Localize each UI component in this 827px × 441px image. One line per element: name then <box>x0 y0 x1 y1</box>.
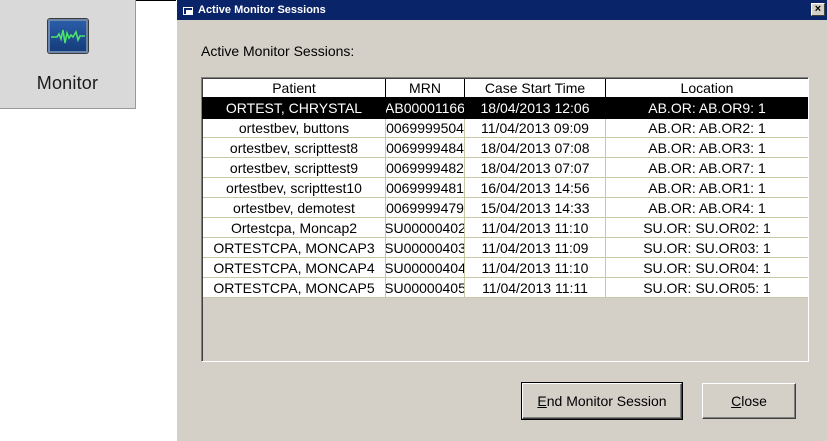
case-start-time-cell: 11/04/2013 11:11 <box>465 278 606 298</box>
column-header-case-start-time[interactable]: Case Start Time <box>465 79 606 98</box>
close-mnemonic: C <box>731 393 742 409</box>
case-start-time-cell: 16/04/2013 14:56 <box>465 178 606 198</box>
location-cell: AB.OR: AB.OR4: 1 <box>606 198 808 218</box>
monitor-label: Monitor <box>36 73 99 93</box>
patient-cell: ORTESTCPA, MONCAP5 <box>203 278 386 298</box>
case-start-time-cell: 18/04/2013 12:06 <box>465 98 606 118</box>
location-cell: SU.OR: SU.OR02: 1 <box>606 218 808 238</box>
patient-cell: ORTESTCPA, MONCAP3 <box>203 238 386 258</box>
table-row[interactable]: ortestbev, scripttest8 0069999484 18/04/20… <box>203 138 808 158</box>
table-row[interactable]: ORTEST, CHRYSTAL AB00001166 18/04/2013 12:… <box>202 97 808 119</box>
sessions-table[interactable]: Patient MRN Case Start Time Location ORT… <box>201 77 809 362</box>
location-cell: AB.OR: AB.OR1: 1 <box>606 178 808 198</box>
patient-cell: ORTEST, CHRYSTAL <box>203 98 386 118</box>
patient-cell: ortestbev, demotest <box>203 198 386 218</box>
end-monitor-session-button[interactable]: End Monitor Session <box>522 383 682 419</box>
table-header: Patient MRN Case Start Time Location <box>203 79 808 98</box>
dialog-title: Active Monitor Sessions <box>198 4 326 16</box>
mrn-cell: 0069999479 <box>386 198 465 218</box>
mrn-cell: AB00001166 <box>386 98 465 118</box>
patient-cell: ortestbev, buttons <box>203 118 386 138</box>
column-header-patient[interactable]: Patient <box>203 79 386 98</box>
mrn-cell: SU00000403 <box>386 238 465 258</box>
location-cell: AB.OR: AB.OR3: 1 <box>606 138 808 158</box>
close-icon[interactable]: × <box>811 3 825 16</box>
divider <box>136 0 176 1</box>
mrn-cell: SU00000402 <box>386 218 465 238</box>
location-cell: SU.OR: SU.OR05: 1 <box>606 278 808 298</box>
mrn-cell: 0069999482 <box>386 158 465 178</box>
column-header-mrn[interactable]: MRN <box>386 79 465 98</box>
case-start-time-cell: 11/04/2013 09:09 <box>465 118 606 138</box>
mrn-cell: 0069999484 <box>386 138 465 158</box>
case-start-time-cell: 15/04/2013 14:33 <box>465 198 606 218</box>
location-cell: AB.OR: AB.OR2: 1 <box>606 118 808 138</box>
patient-cell: ortestbev, scripttest9 <box>203 158 386 178</box>
table-row[interactable]: ORTESTCPA, MONCAP4 SU00000404 11/04/2013 1… <box>203 258 808 278</box>
active-monitor-sessions-dialog: Active Monitor Sessions × Active Monitor… <box>176 0 827 441</box>
patient-cell: Ortestcpa, Moncap2 <box>203 218 386 238</box>
mrn-cell: 0069999481 <box>386 178 465 198</box>
table-row[interactable]: Ortestcpa, Moncap2 SU00000402 11/04/2013 1… <box>203 218 808 238</box>
location-cell: AB.OR: AB.OR7: 1 <box>606 158 808 178</box>
section-label: Active Monitor Sessions: <box>201 43 355 59</box>
table-row[interactable]: ortestbev, demotest 0069999479 15/04/2013 … <box>203 198 808 218</box>
mrn-cell: SU00000405 <box>386 278 465 298</box>
table-row[interactable]: ortestbev, buttons 0069999504 11/04/2013 0… <box>203 118 808 138</box>
location-cell: SU.OR: SU.OR03: 1 <box>606 238 808 258</box>
close-button[interactable]: Close <box>702 383 796 419</box>
patient-cell: ortestbev, scripttest10 <box>203 178 386 198</box>
mrn-cell: SU00000404 <box>386 258 465 278</box>
table-row[interactable]: ortestbev, scripttest9 0069999482 18/04/20… <box>203 158 808 178</box>
dialog-titlebar[interactable]: Active Monitor Sessions × <box>177 0 827 20</box>
end-label: nd Monitor Session <box>546 393 667 409</box>
end-mnemonic: E <box>537 393 547 409</box>
monitor-launcher-button[interactable]: Monitor <box>0 0 136 109</box>
patient-cell: ORTESTCPA, MONCAP4 <box>203 258 386 278</box>
case-start-time-cell: 11/04/2013 11:09 <box>465 238 606 258</box>
waveform-monitor-icon <box>47 19 88 53</box>
mrn-cell: 0069999504 <box>386 118 465 138</box>
case-start-time-cell: 18/04/2013 07:07 <box>465 158 606 178</box>
case-start-time-cell: 11/04/2013 11:10 <box>465 258 606 278</box>
location-cell: AB.OR: AB.OR9: 1 <box>606 98 808 118</box>
table-row[interactable]: ORTESTCPA, MONCAP3 SU00000403 11/04/2013 1… <box>203 238 808 258</box>
window-icon <box>183 6 193 15</box>
case-start-time-cell: 18/04/2013 07:08 <box>465 138 606 158</box>
location-cell: SU.OR: SU.OR04: 1 <box>606 258 808 278</box>
patient-cell: ortestbev, scripttest8 <box>203 138 386 158</box>
close-label: lose <box>741 393 767 409</box>
case-start-time-cell: 11/04/2013 11:10 <box>465 218 606 238</box>
table-row[interactable]: ortestbev, scripttest10 0069999481 16/04/2… <box>203 178 808 198</box>
table-row[interactable]: ORTESTCPA, MONCAP5 SU00000405 11/04/2013 1… <box>203 278 808 298</box>
column-header-location[interactable]: Location <box>606 79 808 98</box>
